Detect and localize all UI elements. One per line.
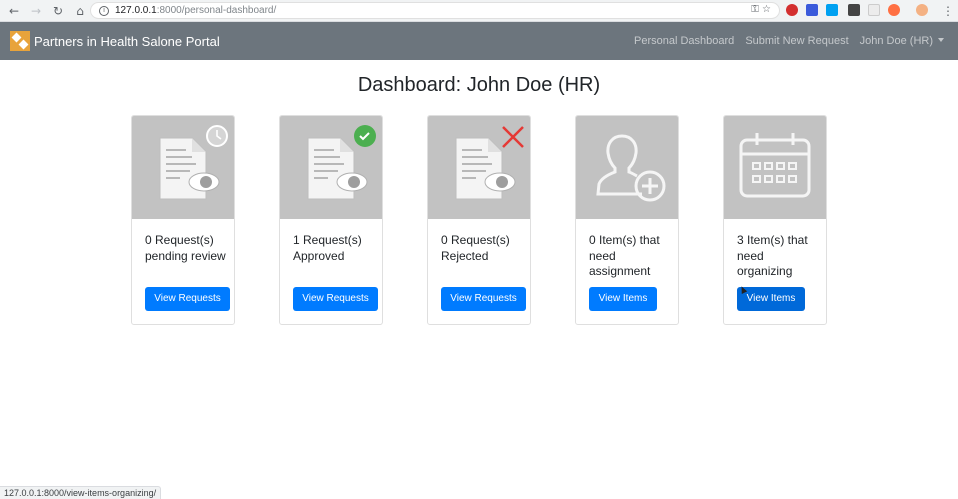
extension-icon[interactable] xyxy=(806,4,818,16)
bookmark-star-icon[interactable]: ⚿ ☆ xyxy=(751,4,771,15)
extension-icon[interactable] xyxy=(868,4,880,16)
card-text: 1 Request(s) Approved xyxy=(293,233,362,263)
card-items-need-assignment: 0 Item(s) that need assignment View Item… xyxy=(575,115,679,325)
view-requests-button[interactable]: View Requests xyxy=(145,287,230,311)
browser-toolbar: ← → ↻ ⌂ i 127.0.0.1:8000/personal-dashbo… xyxy=(0,0,958,22)
nav-links: Personal Dashboard Submit New Request Jo… xyxy=(634,22,944,60)
view-items-button[interactable]: View Items xyxy=(589,287,657,311)
back-icon[interactable]: ← xyxy=(6,3,22,19)
nav-submit-new-request[interactable]: Submit New Request xyxy=(745,35,848,47)
calendar-icon xyxy=(724,116,826,219)
card-text: 0 Item(s) that need assignment xyxy=(589,233,660,278)
view-requests-button[interactable]: View Requests xyxy=(293,287,378,311)
document-clock-icon xyxy=(132,116,234,219)
document-check-icon xyxy=(280,116,382,219)
user-menu-label: John Doe (HR) xyxy=(859,35,933,47)
card-items-need-organizing: 3 Item(s) that need organizing View Item… xyxy=(723,115,827,325)
site-info-icon[interactable]: i xyxy=(99,5,109,16)
card-text: 0 Request(s) pending review xyxy=(145,233,226,263)
url-path: :8000/personal-dashboard/ xyxy=(156,5,277,16)
card-approved-requests: 1 Request(s) Approved View Requests xyxy=(279,115,383,325)
url-host: 127.0.0.1 xyxy=(115,5,157,16)
card-pending-requests: 0 Request(s) pending review View Request… xyxy=(131,115,235,325)
app-navbar: Partners in Health Salone Portal Persona… xyxy=(0,22,958,60)
brand-name[interactable]: Partners in Health Salone Portal xyxy=(34,34,220,49)
forward-icon[interactable]: → xyxy=(28,3,44,19)
extension-icon[interactable] xyxy=(826,4,838,16)
home-icon[interactable]: ⌂ xyxy=(72,3,88,19)
user-menu-dropdown[interactable]: John Doe (HR) xyxy=(860,35,944,47)
extension-icon[interactable] xyxy=(888,4,900,16)
page-title: Dashboard: John Doe (HR) xyxy=(357,74,601,96)
nav-personal-dashboard[interactable]: Personal Dashboard xyxy=(634,35,734,47)
document-x-icon xyxy=(428,116,530,219)
card-rejected-requests: 0 Request(s) Rejected View Requests xyxy=(427,115,531,325)
reload-icon[interactable]: ↻ xyxy=(50,3,66,19)
card-text: 0 Request(s) Rejected xyxy=(441,233,510,263)
brand-logo-icon[interactable] xyxy=(10,31,30,51)
user-add-icon xyxy=(576,116,678,219)
address-bar[interactable]: i 127.0.0.1:8000/personal-dashboard/ ⚿ ☆ xyxy=(90,2,780,19)
profile-avatar[interactable] xyxy=(916,4,928,16)
view-requests-button[interactable]: View Requests xyxy=(441,287,526,311)
card-text: 3 Item(s) that need organizing xyxy=(737,233,808,278)
extension-icon[interactable] xyxy=(786,4,798,16)
extension-icon[interactable] xyxy=(848,4,860,16)
browser-menu-icon[interactable]: ⋮ xyxy=(940,3,956,19)
caret-down-icon xyxy=(938,38,944,42)
status-bar-url: 127.0.0.1:8000/view-items-organizing/ xyxy=(0,486,162,499)
